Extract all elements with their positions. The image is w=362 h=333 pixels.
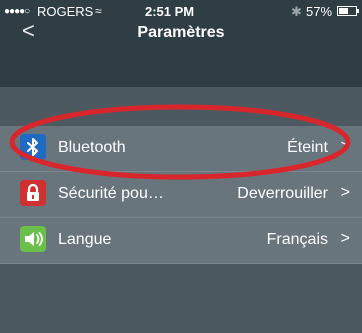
page-title: Paramètres — [137, 24, 225, 41]
lock-icon — [20, 180, 46, 206]
language-value: Français — [266, 231, 328, 248]
chevron-right-icon: > — [340, 184, 350, 201]
bluetooth-icon — [20, 134, 46, 160]
settings-row-security[interactable]: Sécurité pou… Deverrouiller > — [0, 172, 362, 218]
carrier-name: ROGERS — [37, 4, 94, 19]
battery-tip — [357, 9, 359, 13]
security-label: Sécurité pou… — [58, 185, 164, 202]
chevron-right-icon: > — [340, 230, 350, 247]
status-bar: ●●●●○ ROGERS ≈ 2:51 PM ✱ 57% — [0, 0, 362, 22]
status-time: 2:51 PM — [145, 4, 195, 19]
language-label: Langue — [58, 231, 112, 248]
settings-list: Bluetooth Éteint > Sécurité pou… Deverro… — [0, 126, 362, 264]
chevron-right-icon: > — [340, 138, 350, 155]
bluetooth-value: Éteint — [287, 139, 328, 156]
wifi-icon: ≈ — [95, 4, 102, 18]
navigation-bar: ●●●●○ ROGERS ≈ 2:51 PM ✱ 57% < Paramètre… — [0, 0, 362, 87]
signal-strength-icon: ●●●●○ — [4, 6, 30, 17]
battery-percentage: 57% — [306, 4, 333, 19]
settings-row-bluetooth[interactable]: Bluetooth Éteint > — [0, 126, 362, 172]
settings-row-language[interactable]: Langue Français > — [0, 218, 362, 264]
battery-level-fill — [339, 8, 348, 14]
bluetooth-status-icon: ✱ — [291, 4, 302, 19]
security-value: Deverrouiller — [237, 185, 328, 202]
speaker-icon — [20, 226, 46, 252]
bluetooth-label: Bluetooth — [58, 139, 126, 156]
battery-icon — [337, 6, 357, 16]
